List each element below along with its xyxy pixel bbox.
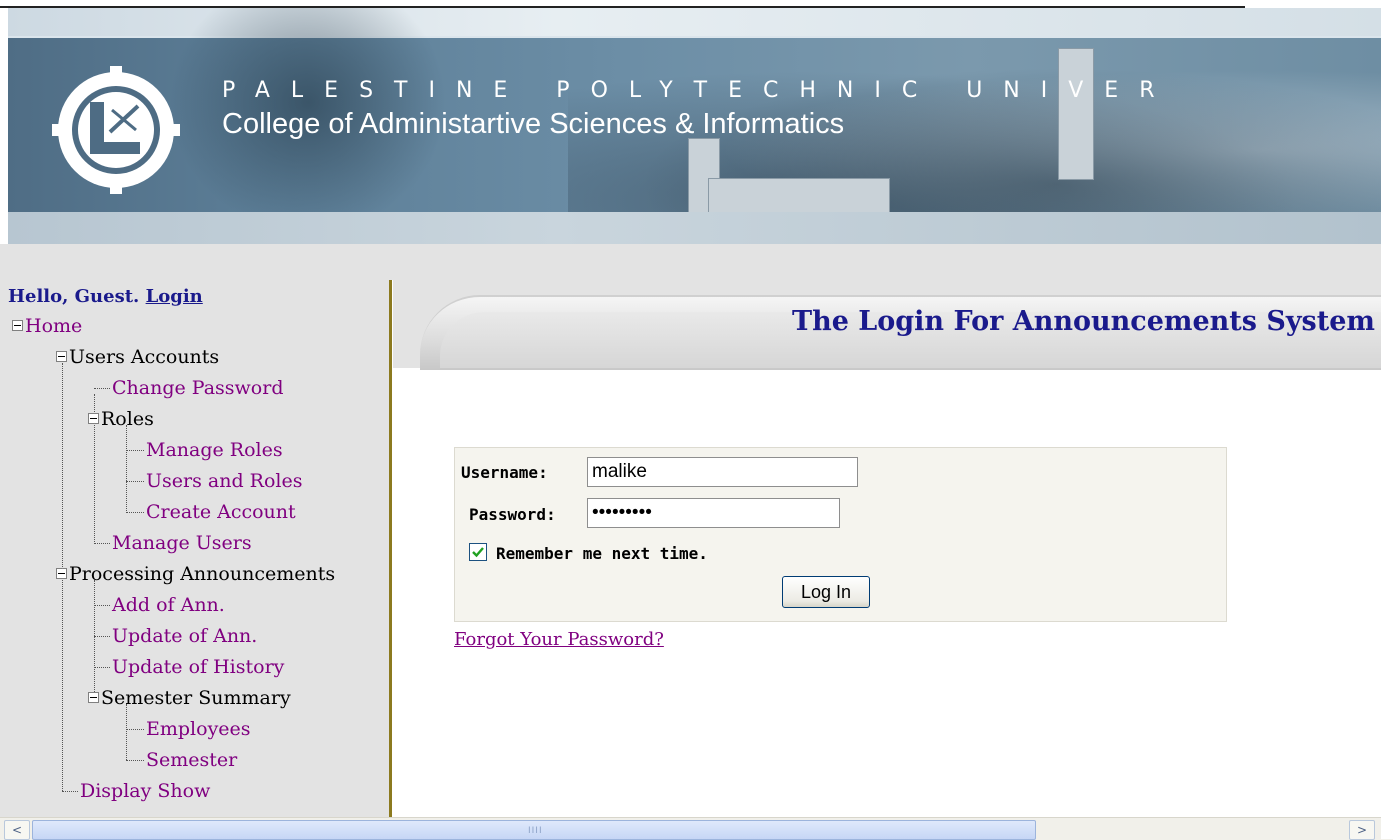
collapse-toggle-icon[interactable]	[88, 412, 99, 424]
scrollbar-thumb[interactable]: IIII	[32, 820, 1036, 840]
password-label: Password:	[469, 505, 556, 524]
tree-item-update-history[interactable]: Update of History	[112, 656, 284, 678]
tree-item-update-ann[interactable]: Update of Ann.	[112, 625, 257, 647]
tree-item-semester-summary[interactable]: Semester Summary	[88, 687, 291, 709]
collapse-toggle-icon[interactable]	[12, 319, 23, 331]
tree-item-users-accounts[interactable]: Users Accounts	[56, 346, 219, 368]
collapse-toggle-icon[interactable]	[56, 350, 67, 362]
remember-me-checkbox[interactable]	[469, 543, 487, 561]
greeting-text: Hello, Guest.	[8, 286, 140, 307]
tree-item-semester[interactable]: Semester	[146, 749, 237, 771]
sidebar: Hello, Guest. Login Home Users Accounts …	[0, 280, 392, 817]
forgot-password-link[interactable]: Forgot Your Password?	[454, 629, 664, 650]
tree-item-users-and-roles[interactable]: Users and Roles	[146, 470, 302, 492]
log-in-button[interactable]: Log In	[782, 576, 870, 608]
page-title: The Login For Announcements System	[792, 306, 1375, 337]
checkmark-icon	[472, 547, 484, 558]
header-banner: PALESTINE POLYTECHNIC UNIVER College of …	[8, 8, 1383, 244]
username-label: Username:	[461, 463, 548, 482]
tree-item-manage-roles[interactable]: Manage Roles	[146, 439, 283, 461]
username-input[interactable]	[587, 457, 858, 487]
tree-item-display-show[interactable]: Display Show	[80, 780, 210, 802]
tree-item-roles[interactable]: Roles	[88, 408, 154, 430]
tree-item-home[interactable]: Home	[12, 315, 82, 337]
collapse-toggle-icon[interactable]	[56, 567, 67, 579]
top-line	[0, 0, 1245, 8]
university-name: PALESTINE POLYTECHNIC UNIVER	[222, 78, 1176, 103]
remember-me-label: Remember me next time.	[496, 544, 708, 563]
horizontal-scrollbar[interactable]: < IIII >	[0, 817, 1393, 840]
collapse-toggle-icon[interactable]	[88, 691, 99, 703]
login-link[interactable]: Login	[146, 286, 203, 307]
tree-item-processing-announcements[interactable]: Processing Announcements	[56, 563, 335, 585]
university-logo-icon	[52, 66, 180, 194]
grip-icon: IIII	[528, 826, 543, 836]
tree-item-add-ann[interactable]: Add of Ann.	[112, 594, 225, 616]
password-input[interactable]	[587, 498, 840, 528]
scroll-left-icon[interactable]: <	[4, 820, 30, 840]
scroll-right-icon[interactable]: >	[1349, 820, 1375, 840]
tree-item-create-account[interactable]: Create Account	[146, 501, 296, 523]
header-spacer	[0, 244, 1383, 280]
tree-item-employees[interactable]: Employees	[146, 718, 251, 740]
tree-item-manage-users[interactable]: Manage Users	[112, 532, 252, 554]
tree-item-change-password[interactable]: Change Password	[112, 377, 284, 399]
greeting: Hello, Guest. Login	[8, 286, 203, 307]
college-name: College of Administartive Sciences & Inf…	[222, 108, 845, 140]
